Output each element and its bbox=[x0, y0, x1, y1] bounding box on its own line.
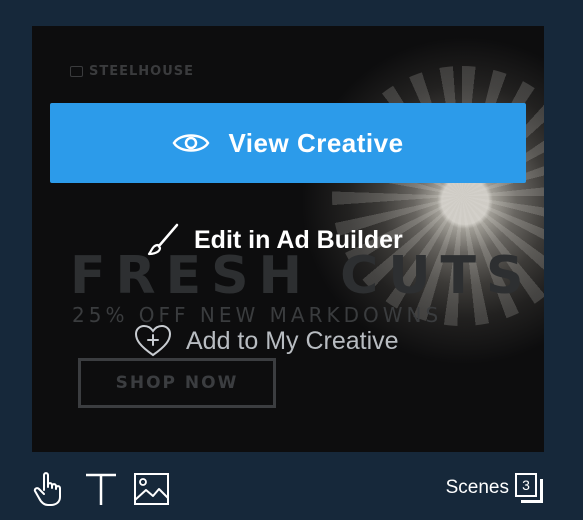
brand-logo-icon bbox=[70, 66, 83, 77]
view-creative-button[interactable]: View Creative bbox=[50, 103, 526, 183]
eye-icon bbox=[172, 134, 210, 152]
view-creative-label: View Creative bbox=[228, 127, 404, 158]
scenes-button[interactable]: Scenes 3 bbox=[446, 473, 543, 503]
scenes-count: 3 bbox=[515, 473, 537, 497]
edit-in-ad-builder-button[interactable]: Edit in Ad Builder bbox=[144, 222, 403, 258]
add-to-my-creative-button[interactable]: Add to My Creative bbox=[134, 324, 399, 358]
ad-brand-name: STEELHOUSE bbox=[89, 64, 195, 79]
edit-in-ad-builder-label: Edit in Ad Builder bbox=[194, 225, 403, 254]
creative-preview-card: STEELHOUSE FRESH CUTS 25% OFF NEW MARKDO… bbox=[32, 26, 544, 452]
hand-pointer-icon[interactable] bbox=[32, 470, 68, 512]
image-tool-icon[interactable] bbox=[133, 470, 171, 512]
heart-plus-icon bbox=[134, 324, 172, 357]
add-to-my-creative-label: Add to My Creative bbox=[186, 326, 399, 355]
scenes-stack-icon: 3 bbox=[515, 473, 543, 503]
scenes-label: Scenes bbox=[445, 477, 509, 498]
ad-brand-logo: STEELHOUSE bbox=[70, 64, 194, 79]
text-tool-icon[interactable] bbox=[83, 470, 119, 512]
paintbrush-icon bbox=[147, 223, 179, 256]
ad-cta-button: SHOP NOW bbox=[78, 358, 276, 408]
